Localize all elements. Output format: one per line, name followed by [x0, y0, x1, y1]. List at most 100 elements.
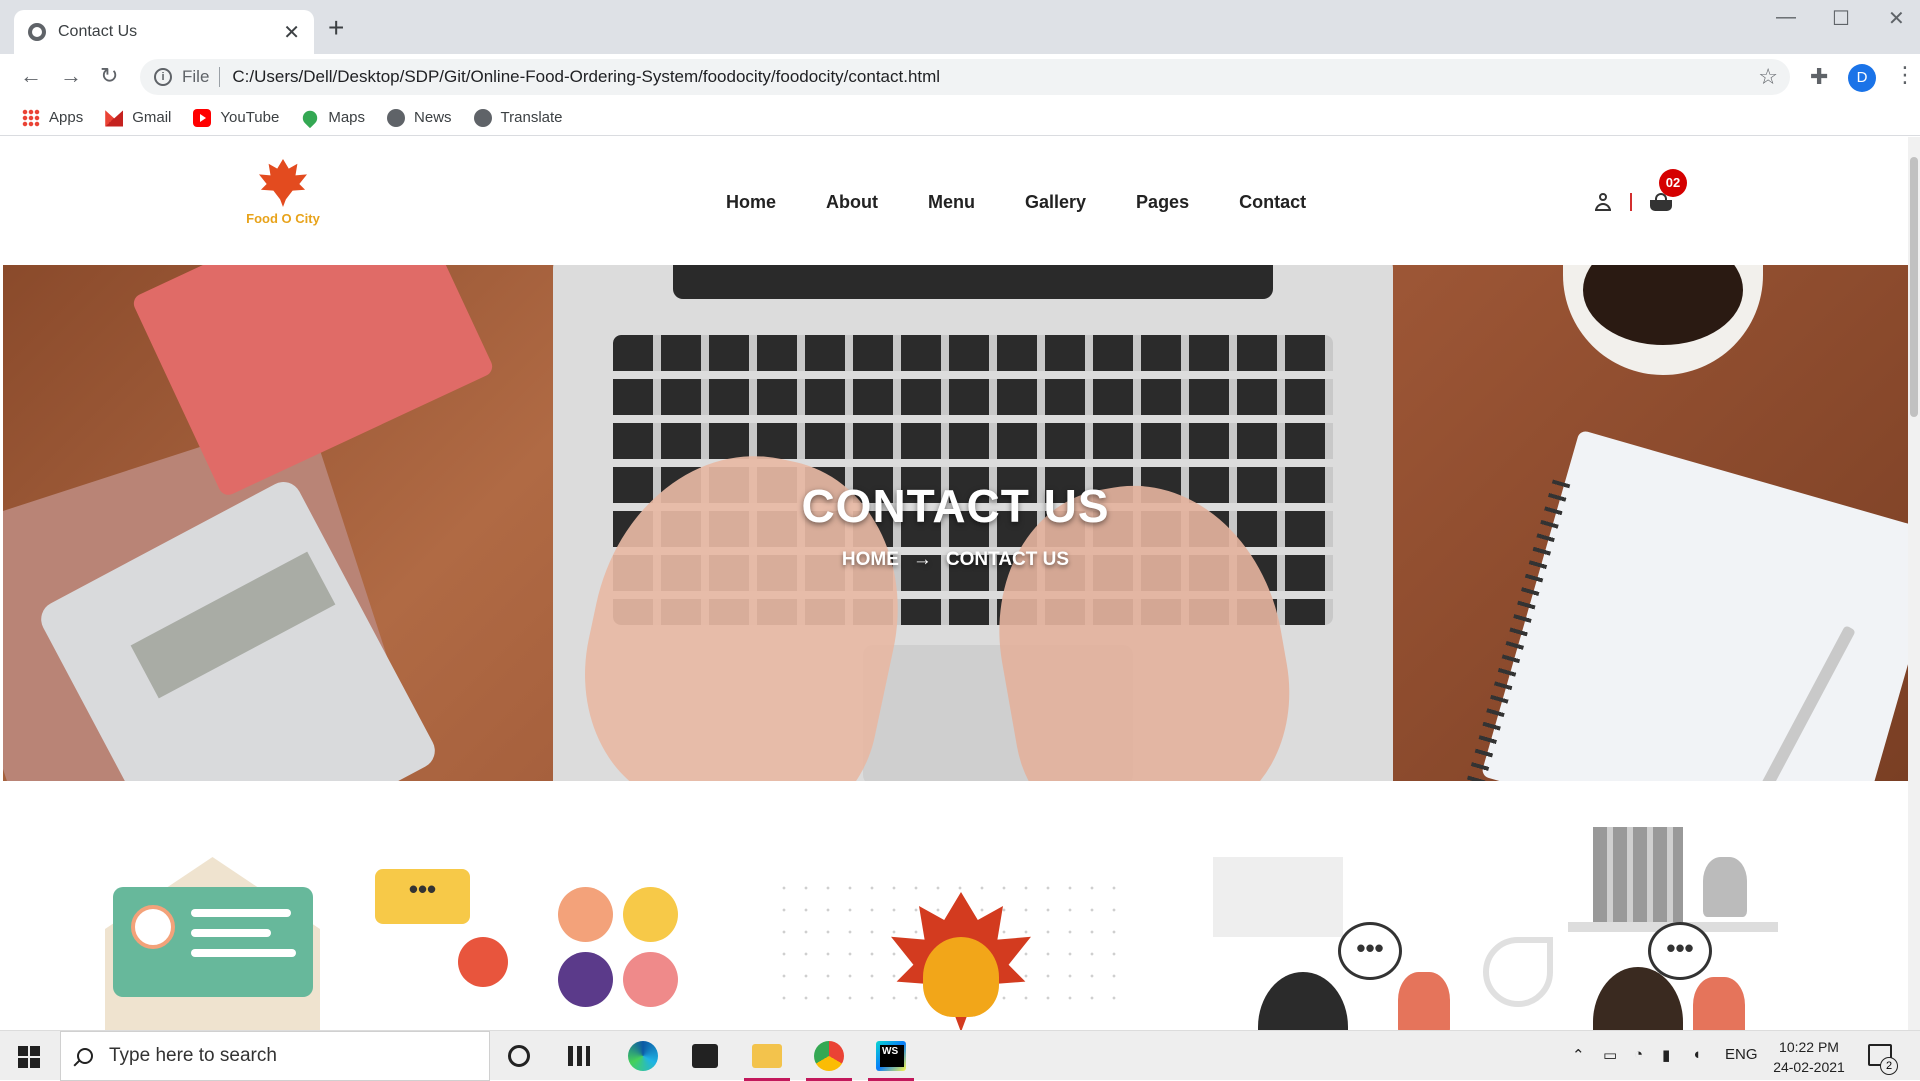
clock-date: 24-02-2021 [1773, 1059, 1845, 1075]
books-illustration [1593, 827, 1683, 922]
logo-illustration-center [773, 817, 1133, 1030]
search-icon [77, 1048, 93, 1064]
contact-illustration-left: ••• [93, 817, 693, 1030]
menu-kebab-icon[interactable]: ⋮ [1894, 62, 1916, 88]
browser-toolbar: ← → ↻ i File C:/Users/Dell/Desktop/SDP/G… [0, 54, 1920, 100]
support-illustration-right: ••• ••• [1193, 817, 1873, 1030]
spoon-fork-emblem-icon [923, 937, 999, 1017]
waving-hand-illustration [1693, 977, 1745, 1030]
back-arrow-icon[interactable]: ← [20, 63, 42, 89]
maximize-window-button[interactable]: ☐ [1832, 6, 1850, 31]
support-agent-illustration [458, 937, 508, 987]
nav-about[interactable]: About [826, 192, 878, 213]
bookmarks-bar: Apps Gmail YouTube Maps News Translate [0, 100, 1920, 136]
maple-leaf-logo-icon [259, 159, 307, 207]
nav-gallery[interactable]: Gallery [1025, 192, 1086, 213]
new-tab-button[interactable]: + [328, 14, 344, 42]
minimize-window-button[interactable]: — [1776, 6, 1796, 29]
microsoft-store-icon[interactable] [692, 1044, 718, 1068]
card-line [191, 909, 291, 917]
page-scrollbar[interactable] [1908, 137, 1920, 1030]
scrollbar-thumb[interactable] [1910, 157, 1918, 417]
site-header: Food O City Home About Menu Gallery Page… [3, 137, 1908, 265]
bookmark-star-icon[interactable]: ☆ [1758, 64, 1778, 90]
user-account-icon[interactable] [1593, 192, 1613, 212]
contact-card-illustration [113, 887, 313, 997]
site-logo[interactable]: Food O City [233, 159, 333, 226]
tab-title: Contact Us [58, 23, 138, 40]
globe-icon [28, 23, 46, 41]
wifi-icon[interactable]: ◔ [1634, 1046, 1643, 1063]
volume-muted-icon[interactable]: ◖ [1692, 1046, 1701, 1063]
notification-count-badge: 2 [1880, 1057, 1898, 1075]
phone-handset-icon [1483, 937, 1553, 1007]
forward-arrow-icon[interactable]: → [60, 63, 82, 89]
cart-count-badge: 02 [1659, 169, 1687, 197]
url-text[interactable]: C:/Users/Dell/Desktop/SDP/Git/Online-Foo… [232, 67, 1758, 87]
bookmark-label: Gmail [132, 109, 172, 126]
main-nav: Home About Menu Gallery Pages Contact [726, 192, 1356, 213]
bookmark-gmail[interactable]: Gmail [105, 109, 171, 127]
file-explorer-icon[interactable] [752, 1044, 782, 1068]
apps-icon [22, 108, 40, 127]
taskbar-search-box[interactable]: Type here to search [60, 1031, 490, 1081]
logo-text: Food O City [246, 211, 320, 226]
browser-tab-strip: Contact Us ✕ + — ☐ ✕ [0, 0, 1920, 54]
address-bar[interactable]: i File C:/Users/Dell/Desktop/SDP/Git/Onl… [140, 59, 1790, 95]
windows-taskbar: Type here to search ⌃ ▭ ◔ ▮ ◖ ENG 10:22 … [0, 1030, 1920, 1081]
bookmark-label: Maps [328, 109, 366, 126]
bookmark-apps[interactable]: Apps [22, 108, 84, 127]
gmail-icon [105, 110, 124, 127]
globe-icon [473, 108, 492, 127]
page-title: CONTACT US [801, 480, 1110, 532]
card-line [191, 949, 296, 957]
language-indicator[interactable]: ENG [1725, 1046, 1758, 1063]
bookmark-youtube[interactable]: YouTube [193, 108, 279, 127]
task-view-icon[interactable] [568, 1046, 590, 1066]
browser-tab-contact[interactable]: Contact Us ✕ [14, 10, 314, 54]
meet-now-icon[interactable]: ▭ [1603, 1046, 1617, 1064]
breadcrumb-home[interactable]: HOME [842, 549, 899, 570]
battery-icon[interactable]: ▮ [1662, 1046, 1670, 1064]
chrome-browser-icon[interactable] [814, 1041, 844, 1071]
edge-browser-icon[interactable] [628, 1041, 658, 1071]
chat-bubble-icon: ••• [1648, 922, 1712, 980]
bookmark-maps[interactable]: Maps [300, 107, 366, 128]
close-window-button[interactable]: ✕ [1888, 6, 1905, 31]
clock-time: 10:22 PM [1779, 1039, 1839, 1055]
location-pin-icon [623, 887, 678, 942]
info-icon[interactable]: i [154, 68, 172, 86]
chat-bubble-icon: ••• [375, 869, 470, 924]
taskbar-clock[interactable]: 10:22 PM 24-02-2021 [1764, 1037, 1854, 1077]
nav-menu[interactable]: Menu [928, 192, 975, 213]
nav-home[interactable]: Home [726, 192, 776, 213]
header-divider [1630, 193, 1632, 211]
card-line [191, 929, 271, 937]
chat-bubble-icon: ••• [1338, 922, 1402, 980]
breadcrumb-arrow-icon: → [912, 549, 932, 570]
cortana-icon[interactable] [508, 1045, 530, 1067]
close-tab-icon[interactable]: ✕ [283, 20, 300, 45]
mail-icon [558, 887, 613, 942]
chevron-up-icon[interactable]: ⌃ [1572, 1046, 1585, 1064]
bookmark-translate[interactable]: Translate [473, 108, 563, 127]
url-separator [219, 67, 221, 87]
nav-contact[interactable]: Contact [1239, 192, 1306, 213]
bookmark-label: Translate [500, 109, 563, 126]
webstorm-icon[interactable] [876, 1041, 906, 1071]
person-headset-illustration [1258, 972, 1348, 1030]
windows-start-icon[interactable] [18, 1046, 40, 1068]
search-placeholder: Type here to search [109, 1045, 277, 1066]
extensions-puzzle-icon[interactable]: ✚ [1810, 64, 1828, 90]
youtube-icon [193, 108, 212, 127]
profile-avatar[interactable]: D [1848, 64, 1876, 92]
reload-icon[interactable]: ↻ [100, 63, 118, 89]
nav-pages[interactable]: Pages [1136, 192, 1189, 213]
bookmark-label: News [414, 109, 452, 126]
vase-illustration [1703, 857, 1747, 917]
bookmark-label: Apps [49, 109, 84, 126]
bookmark-news[interactable]: News [387, 108, 452, 127]
page-viewport: Food O City Home About Menu Gallery Page… [3, 137, 1908, 1030]
phone-icon [558, 952, 613, 1007]
laptop-screen-edge [673, 265, 1273, 299]
